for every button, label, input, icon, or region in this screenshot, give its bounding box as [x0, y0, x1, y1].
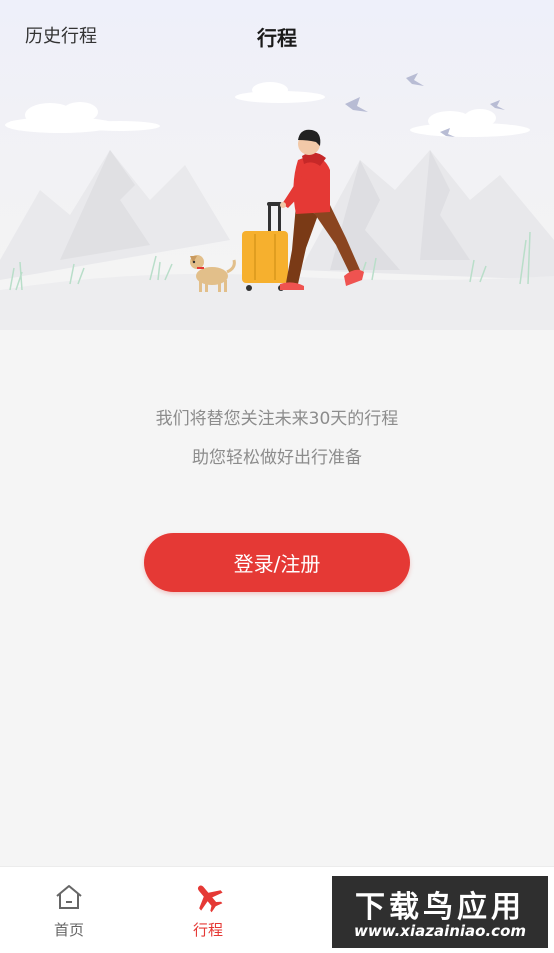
login-register-button[interactable]: 登录/注册 [144, 533, 410, 592]
tab-trips-label: 行程 [192, 921, 223, 939]
watermark-sub-text: www.xiazainiao.com [353, 922, 527, 940]
description-line-1: 我们将替您关注未来30天的行程 [155, 409, 399, 429]
page-title: 行程 [257, 26, 297, 50]
watermark-main-text: 下载鸟应用 [355, 890, 525, 925]
tab-home-label: 首页 [53, 921, 84, 939]
home-icon [56, 885, 82, 909]
tab-trips[interactable]: 行程 [148, 867, 268, 953]
tab-home[interactable]: 首页 [9, 867, 129, 953]
description-line-2: 助您轻松做好出行准备 [192, 448, 362, 468]
top-bar: 历史行程 行程 [0, 0, 554, 72]
watermark-logo: 下载鸟应用 www.xiazainiao.com [332, 876, 548, 948]
airplane-icon [197, 885, 223, 913]
